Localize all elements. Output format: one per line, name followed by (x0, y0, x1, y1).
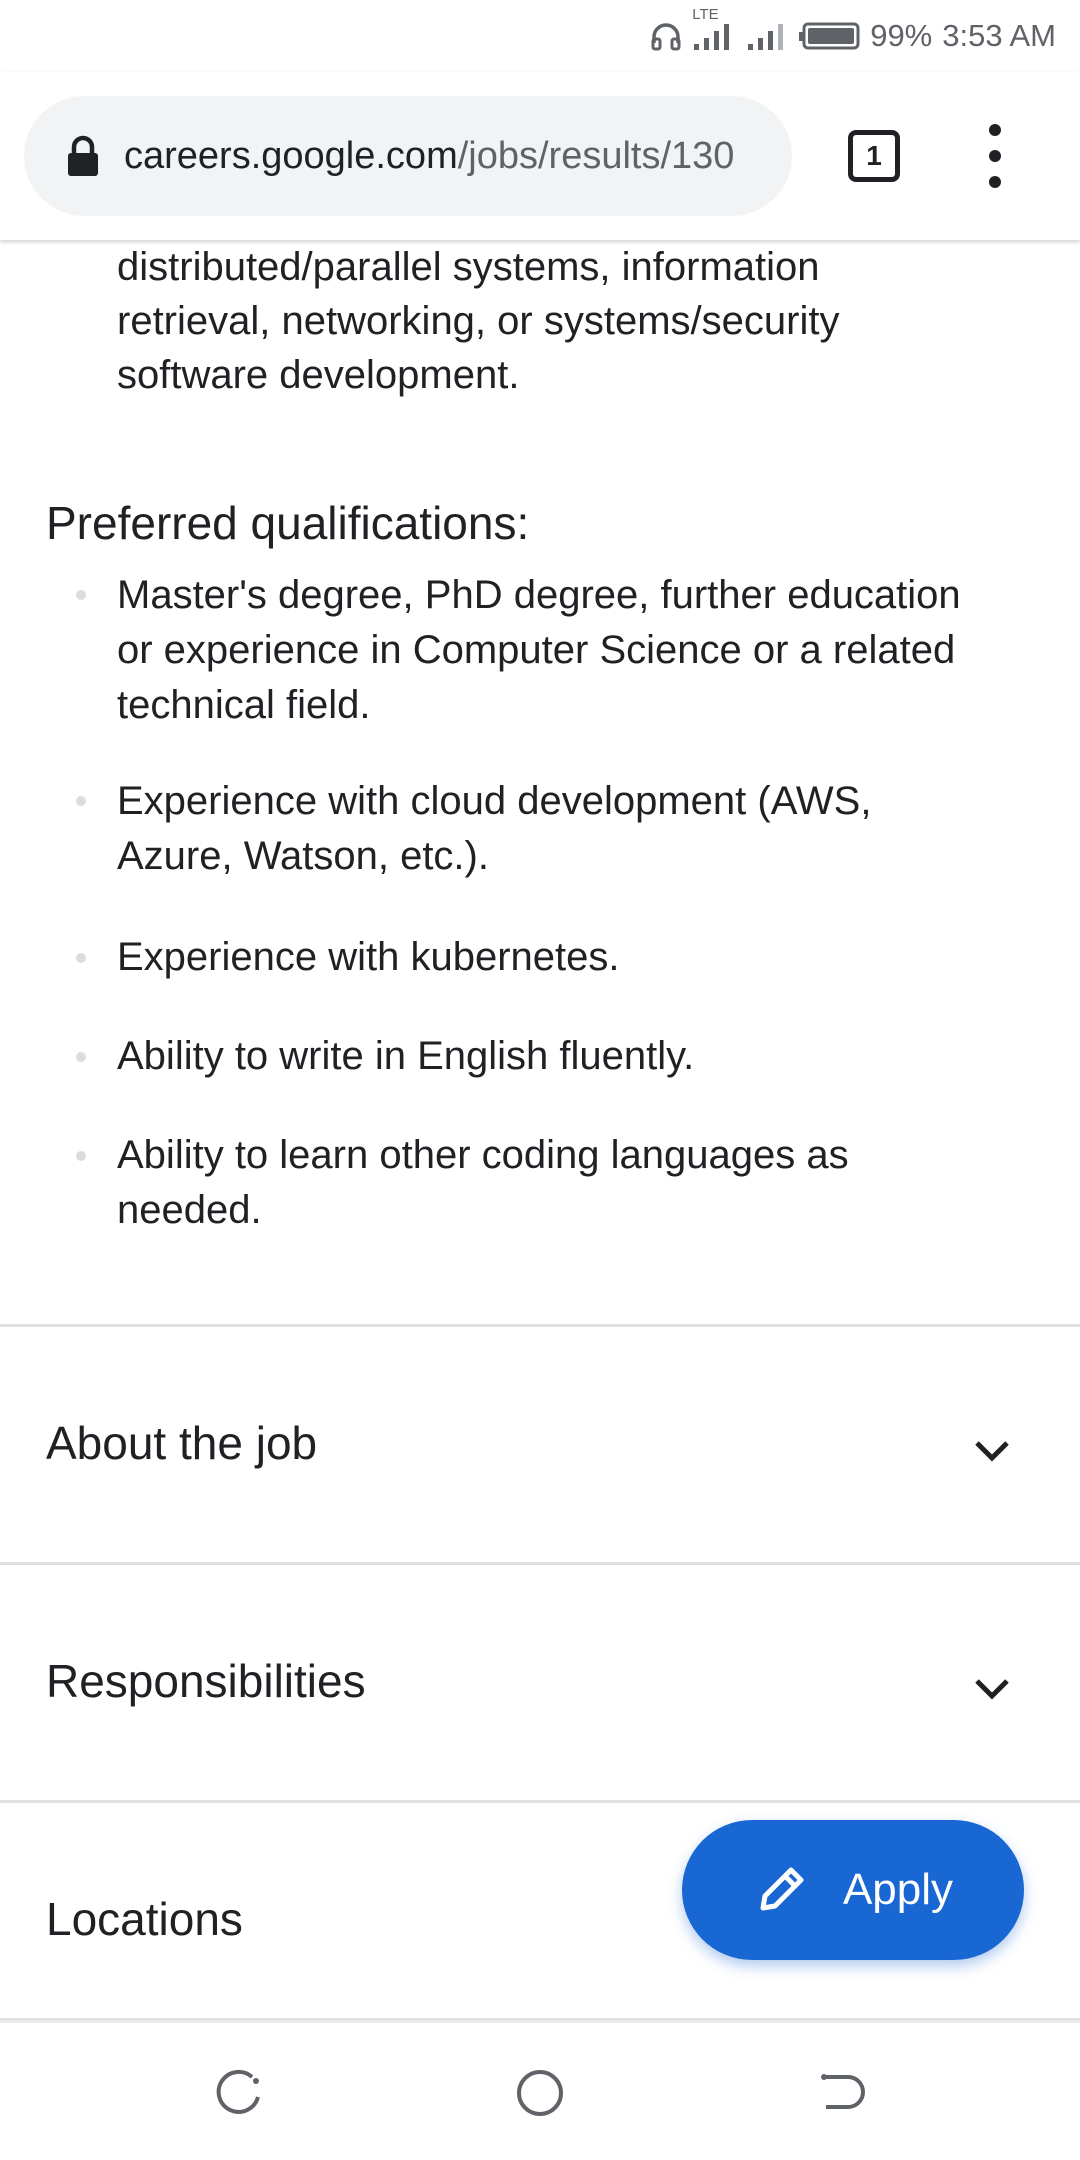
overflow-menu-icon[interactable] (980, 124, 1010, 188)
preferred-item-line: or experience in Computer Science or a r… (117, 628, 956, 672)
system-navigation-bar (0, 2020, 1080, 2160)
lock-icon (66, 135, 100, 177)
url-text[interactable]: careers.google.com/jobs/results/130 (124, 135, 734, 178)
bullet-icon (76, 1052, 86, 1062)
bullet-icon (76, 796, 86, 806)
preferred-item-line: Experience with cloud development (AWS, (117, 779, 872, 823)
accordion-title: Locations (46, 1893, 243, 1945)
chevron-down-icon (975, 1441, 1009, 1462)
minimum-qualifications-continued-line: distributed/parallel systems, informatio… (117, 245, 820, 289)
address-bar[interactable]: careers.google.com/jobs/results/130 (24, 96, 792, 216)
recent-apps-icon[interactable] (214, 2067, 266, 2119)
signal-lte-icon: LTE (692, 6, 736, 52)
preferred-item-line: Ability to learn other coding languages … (117, 1133, 849, 1177)
apply-label: Apply (842, 1865, 954, 1914)
home-icon[interactable] (514, 2067, 566, 2119)
battery-icon (798, 21, 860, 51)
divider (0, 1324, 1080, 1327)
divider (0, 1562, 1080, 1565)
clock: 3:53 AM (942, 18, 1056, 53)
bullet-icon (76, 1151, 86, 1161)
apply-button[interactable]: Apply (682, 1820, 1024, 1960)
headphones-icon (650, 21, 682, 51)
preferred-qualifications-heading: Preferred qualifications: (46, 497, 530, 549)
chevron-down-icon (975, 1679, 1009, 1700)
status-bar: LTE 99% 3:53 AM (0, 0, 1080, 72)
tab-switcher-button[interactable]: 1 (848, 130, 900, 182)
preferred-item-line: Experience with kubernetes. (117, 935, 620, 979)
url-path: /jobs/results/130 (457, 134, 735, 177)
accordion-title: Responsibilities (46, 1655, 366, 1707)
preferred-item-line: needed. (117, 1188, 262, 1232)
back-icon[interactable] (814, 2067, 866, 2119)
browser-toolbar: careers.google.com/jobs/results/130 1 (0, 72, 1080, 240)
bullet-icon (76, 953, 86, 963)
battery-percent: 99% (870, 18, 933, 53)
job-details-content: distributed/parallel systems, informatio… (0, 240, 1080, 2021)
network-type-label: LTE (692, 6, 719, 23)
accordion-title: About the job (46, 1417, 318, 1469)
divider (0, 1800, 1080, 1803)
bullet-icon (76, 590, 86, 600)
preferred-item-line: Master's degree, PhD degree, further edu… (117, 573, 961, 617)
signal-icon (746, 20, 788, 52)
minimum-qualifications-continued-line: software development. (117, 353, 520, 397)
preferred-item-line: Ability to write in English fluently. (117, 1034, 695, 1078)
preferred-item-line: technical field. (117, 683, 371, 727)
preferred-item-line: Azure, Watson, etc.). (117, 834, 489, 878)
minimum-qualifications-continued-line: retrieval, networking, or systems/securi… (117, 299, 840, 343)
tab-count: 1 (866, 140, 882, 171)
pencil-icon (753, 1862, 809, 1918)
url-host: careers.google.com (124, 134, 458, 177)
